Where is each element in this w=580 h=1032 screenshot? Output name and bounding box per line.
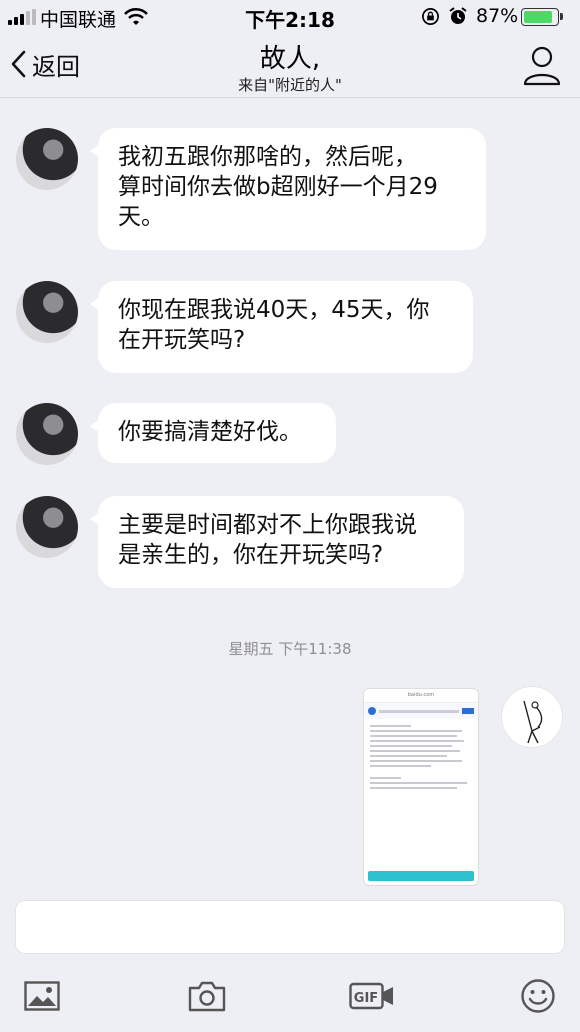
avatar[interactable]	[16, 403, 78, 465]
avatar[interactable]	[16, 496, 78, 558]
chat-subtitle: 来自"附近的人"	[238, 76, 342, 94]
image-url: baidu.com	[364, 689, 478, 703]
status-bar: 中国联通 下午2:18 87%	[0, 0, 580, 34]
message-bubble[interactable]: 你现在跟我说40天，45天，你 在开玩笑吗?	[90, 281, 473, 373]
message-row: 主要是时间都对不上你跟我说 是亲生的，你在开玩笑吗?	[16, 496, 464, 588]
my-avatar[interactable]	[501, 686, 563, 748]
avatar[interactable]	[16, 128, 78, 190]
image-message[interactable]: baidu.com	[363, 688, 479, 886]
camera-icon[interactable]	[185, 974, 229, 1018]
battery-percent: 87%	[476, 5, 519, 27]
alarm-icon	[449, 7, 467, 24]
photo-icon[interactable]	[20, 974, 64, 1018]
message-input[interactable]	[15, 900, 565, 954]
chat-title: 故人,	[259, 44, 321, 74]
gif-icon[interactable]: GIF	[348, 974, 396, 1018]
message-bubble[interactable]: 主要是时间都对不上你跟我说 是亲生的，你在开玩笑吗?	[90, 496, 464, 588]
message-row: 你要搞清楚好伐。	[16, 403, 336, 465]
message-bubble[interactable]: 我初五跟你那啥的，然后呢， 算时间你去做b超刚好一个月29 天。	[90, 128, 486, 250]
chat-toolbar: GIF	[0, 972, 580, 1022]
message-bubble[interactable]: 你要搞清楚好伐。	[90, 403, 336, 463]
message-row: 我初五跟你那啥的，然后呢， 算时间你去做b超刚好一个月29 天。	[16, 128, 486, 250]
svg-text:GIF: GIF	[354, 991, 378, 1006]
orientation-lock-icon	[422, 8, 439, 25]
message-timestamp: 星期五 下午11:38	[228, 640, 352, 658]
emoji-icon[interactable]	[516, 974, 560, 1018]
battery-icon	[521, 8, 563, 26]
message-row: 你现在跟我说40天，45天，你 在开玩笑吗?	[16, 281, 473, 373]
profile-icon[interactable]	[522, 44, 562, 86]
avatar[interactable]	[16, 281, 78, 343]
nav-bar: 返回 故人, 来自"附近的人"	[0, 34, 580, 98]
